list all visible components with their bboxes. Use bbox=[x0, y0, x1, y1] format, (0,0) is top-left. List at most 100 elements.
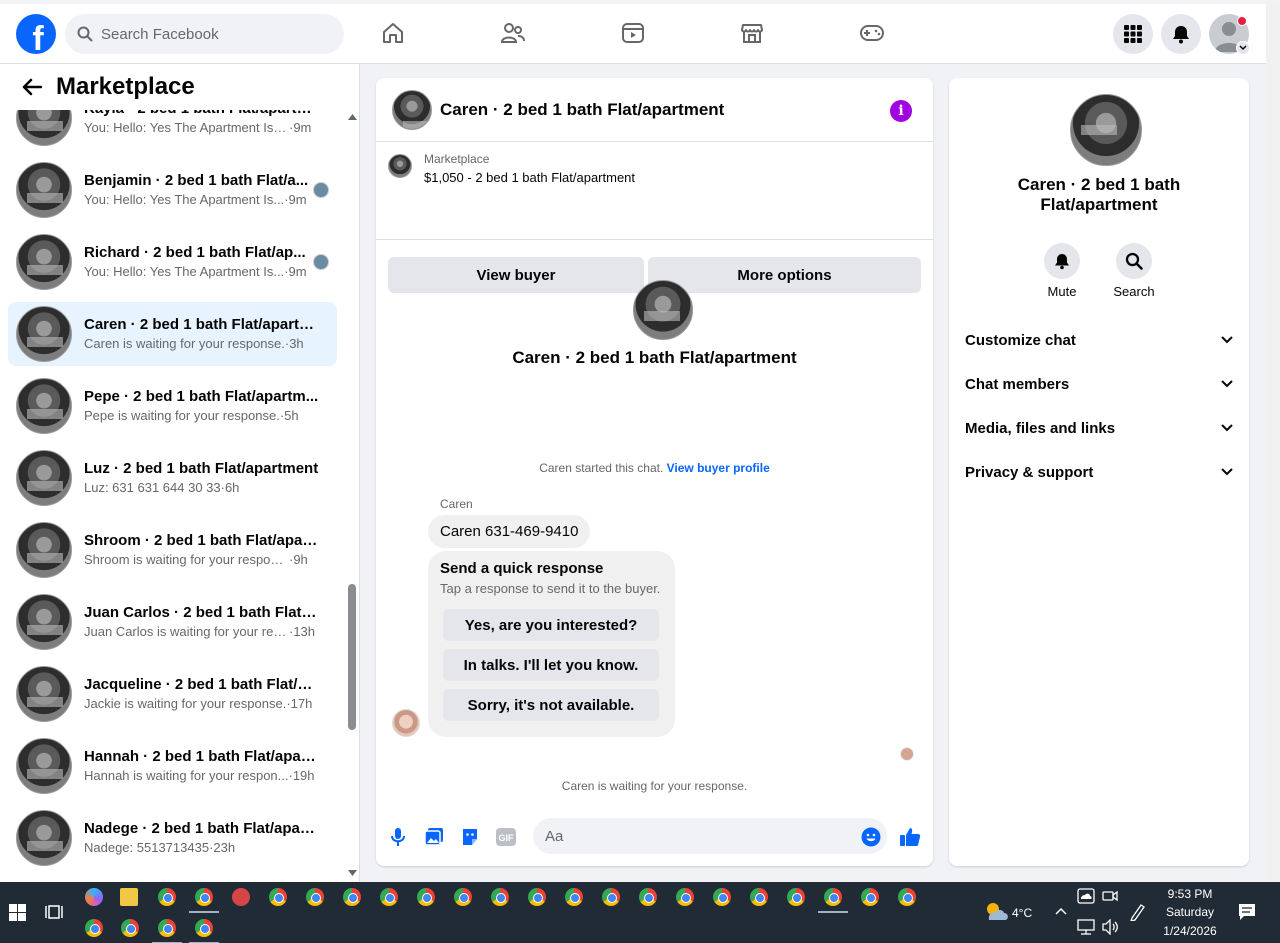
conversation-item[interactable]: Hannah · 2 bed 1 bath Flat/apart... Hanna… bbox=[8, 734, 337, 798]
search-magnifier-icon[interactable] bbox=[1116, 243, 1152, 279]
sender-avatar[interactable] bbox=[392, 709, 420, 737]
chrome-taskbar-icon[interactable] bbox=[713, 888, 731, 906]
volume-icon[interactable] bbox=[1101, 919, 1119, 935]
scroll-down-icon[interactable] bbox=[348, 870, 357, 876]
weather-temperature[interactable]: 4°C bbox=[1012, 904, 1032, 922]
photo-icon[interactable] bbox=[423, 826, 445, 848]
mute-action[interactable]: Mute bbox=[1032, 243, 1092, 299]
tray-chevron-up-icon[interactable] bbox=[1055, 907, 1067, 915]
notifications-center-icon[interactable] bbox=[1238, 903, 1256, 921]
view-buyer-profile-link[interactable]: View buyer profile bbox=[667, 461, 770, 475]
chrome-taskbar-icon[interactable] bbox=[306, 888, 324, 906]
windows-start-icon[interactable] bbox=[9, 904, 26, 921]
conversation-item[interactable]: Richard · 2 bed 1 bath Flat/ap... You: He… bbox=[8, 230, 337, 294]
mute-bell-icon[interactable] bbox=[1044, 243, 1080, 279]
chrome-taskbar-icon[interactable] bbox=[417, 888, 435, 906]
chrome-taskbar-icon[interactable] bbox=[898, 888, 916, 906]
view-buyer-button[interactable]: View buyer bbox=[388, 257, 644, 293]
chat-header: Caren · 2 bed 1 bath Flat/apartment bbox=[376, 78, 933, 142]
section-customize-chat[interactable]: Customize chat bbox=[965, 324, 1233, 356]
quick-response-option[interactable]: In talks. I'll let you know. bbox=[443, 649, 659, 681]
weather-icon[interactable] bbox=[983, 900, 1009, 922]
chrome-taskbar-icon[interactable] bbox=[602, 888, 620, 906]
video-icon[interactable] bbox=[620, 20, 646, 46]
home-icon[interactable] bbox=[380, 20, 406, 46]
menu-grid-button[interactable] bbox=[1113, 14, 1153, 54]
friends-icon[interactable] bbox=[500, 20, 526, 46]
conversation-item[interactable]: Benjamin · 2 bed 1 bath Flat/a... You: He… bbox=[8, 158, 337, 222]
onedrive-icon[interactable] bbox=[1077, 888, 1095, 904]
chrome-taskbar-icon[interactable] bbox=[787, 888, 805, 906]
sticker-icon[interactable] bbox=[459, 826, 481, 848]
chrome-taskbar-icon[interactable] bbox=[195, 919, 213, 937]
network-icon[interactable] bbox=[1077, 919, 1095, 935]
chrome-taskbar-icon[interactable] bbox=[750, 888, 768, 906]
meet-now-icon[interactable] bbox=[1102, 889, 1118, 903]
message-input[interactable]: Aa bbox=[533, 818, 887, 854]
chrome-taskbar-icon[interactable] bbox=[269, 888, 287, 906]
chrome-taskbar-icon[interactable] bbox=[824, 888, 842, 906]
search-action[interactable]: Search bbox=[1104, 243, 1164, 299]
conversation-item[interactable]: Juan Carlos · 2 bed 1 bath Flat/a... Juan… bbox=[8, 590, 337, 654]
sidebar-scrollbar[interactable] bbox=[345, 110, 359, 882]
other-taskbar-icon[interactable] bbox=[232, 888, 250, 906]
section-privacy-support[interactable]: Privacy & support bbox=[965, 456, 1233, 488]
details-thumbnail[interactable] bbox=[1070, 94, 1142, 166]
clock-day[interactable]: Saturday bbox=[1150, 903, 1230, 921]
back-arrow-icon[interactable] bbox=[22, 77, 42, 97]
conversation-item[interactable]: Pepe · 2 bed 1 bath Flat/apartm... Pepe i… bbox=[8, 374, 337, 438]
scrollbar-thumb[interactable] bbox=[348, 584, 356, 730]
conversation-name: Benjamin · 2 bed 1 bath Flat/a... bbox=[84, 172, 309, 189]
search-box[interactable] bbox=[65, 14, 344, 54]
chrome-taskbar-icon[interactable] bbox=[491, 888, 509, 906]
message-bubble[interactable]: Caren 631-469-9410 bbox=[428, 515, 591, 548]
chrome-taskbar-icon[interactable] bbox=[565, 888, 583, 906]
chat-title[interactable]: Caren · 2 bed 1 bath Flat/apartment bbox=[440, 100, 724, 120]
conversation-preview-line: Hannah is waiting for your respon... ·19h bbox=[84, 767, 319, 785]
section-media-files-links[interactable]: Media, files and links bbox=[965, 412, 1233, 444]
like-thumbs-up-icon[interactable] bbox=[899, 826, 921, 848]
microphone-icon[interactable] bbox=[387, 826, 409, 848]
gif-icon[interactable]: GIF bbox=[495, 826, 517, 848]
browser-scrollbar[interactable] bbox=[1266, 4, 1280, 882]
facebook-logo[interactable]: f bbox=[16, 14, 56, 54]
chrome-taskbar-icon[interactable] bbox=[158, 919, 176, 937]
chrome-taskbar-icon[interactable] bbox=[121, 919, 139, 937]
gaming-icon[interactable] bbox=[859, 20, 885, 46]
info-icon[interactable]: i bbox=[890, 100, 912, 122]
chrome-taskbar-icon[interactable] bbox=[861, 888, 879, 906]
chrome-taskbar-icon[interactable] bbox=[343, 888, 361, 906]
notifications-button[interactable] bbox=[1161, 14, 1201, 54]
scroll-up-icon[interactable] bbox=[348, 114, 357, 120]
task-view-icon[interactable] bbox=[45, 903, 63, 921]
marketplace-icon[interactable] bbox=[739, 20, 765, 46]
chrome-taskbar-icon[interactable] bbox=[676, 888, 694, 906]
chrome-taskbar-icon[interactable] bbox=[639, 888, 657, 906]
chrome-taskbar-icon[interactable] bbox=[454, 888, 472, 906]
copilot-taskbar-icon[interactable] bbox=[85, 888, 103, 906]
folder-taskbar-icon[interactable] bbox=[120, 888, 138, 906]
emoji-icon[interactable] bbox=[860, 826, 882, 848]
conversation-item[interactable]: Nadege · 2 bed 1 bath Flat/apart... Nadeg… bbox=[8, 806, 337, 870]
search-input[interactable] bbox=[101, 25, 321, 43]
quick-response-option[interactable]: Sorry, it's not available. bbox=[443, 689, 659, 721]
more-options-button[interactable]: More options bbox=[648, 257, 921, 293]
conversation-item[interactable]: Shroom · 2 bed 1 bath Flat/apart... Shroo… bbox=[8, 518, 337, 582]
conversation-item[interactable]: Jacqueline · 2 bed 1 bath Flat/ap... Jack… bbox=[8, 662, 337, 726]
listing-thumbnail[interactable] bbox=[388, 154, 412, 178]
clock-time[interactable]: 9:53 PM bbox=[1150, 885, 1230, 903]
chat-header-thumbnail[interactable] bbox=[392, 89, 432, 130]
chrome-taskbar-icon[interactable] bbox=[158, 888, 176, 906]
chrome-taskbar-icon[interactable] bbox=[195, 888, 213, 906]
section-chat-members[interactable]: Chat members bbox=[965, 368, 1233, 400]
conversation-item[interactable]: Caren · 2 bed 1 bath Flat/apartm... Caren… bbox=[8, 302, 337, 366]
listing-title[interactable]: $1,050 - 2 bed 1 bath Flat/apartment bbox=[424, 170, 635, 185]
chrome-taskbar-icon[interactable] bbox=[380, 888, 398, 906]
quick-response-option[interactable]: Yes, are you interested? bbox=[443, 609, 659, 641]
chrome-taskbar-icon[interactable] bbox=[85, 919, 103, 937]
pen-icon[interactable] bbox=[1129, 903, 1147, 921]
chrome-taskbar-icon[interactable] bbox=[528, 888, 546, 906]
clock-date[interactable]: 1/24/2026 bbox=[1150, 922, 1230, 940]
account-chevron-icon[interactable] bbox=[1236, 41, 1250, 55]
conversation-item[interactable]: Luz · 2 bed 1 bath Flat/apartment Luz: 63… bbox=[8, 446, 337, 510]
